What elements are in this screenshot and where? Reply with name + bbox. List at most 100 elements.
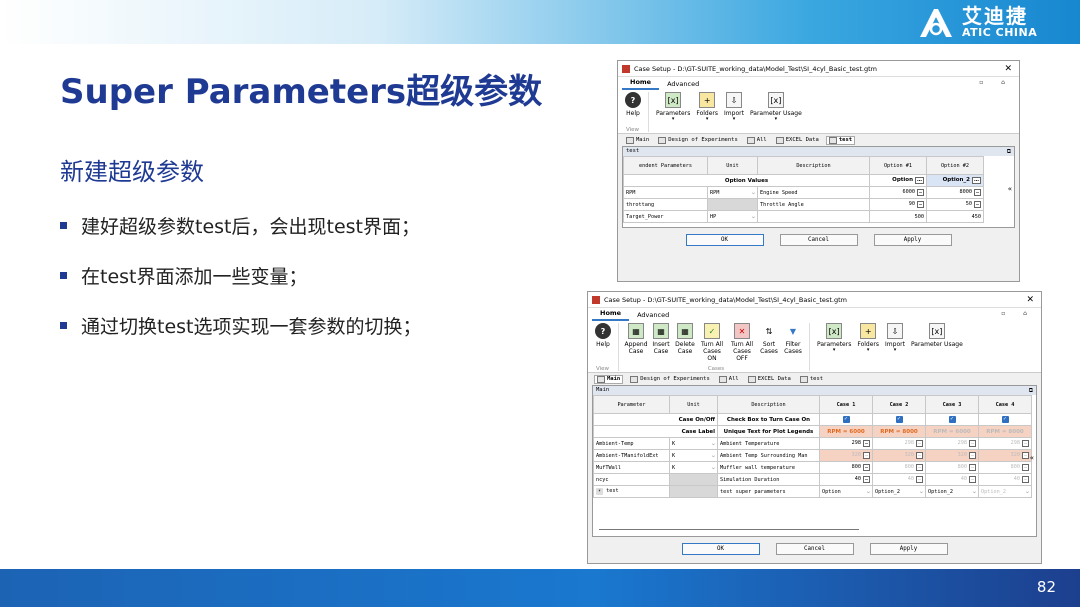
chevron-down-icon[interactable]: ⌵: [920, 489, 923, 495]
case-label-cell[interactable]: RPM = 8000: [978, 425, 1032, 438]
chevron-down-icon[interactable]: ⌵: [1026, 489, 1029, 495]
chevron-down-icon[interactable]: ⌵: [752, 190, 755, 196]
param-desc[interactable]: Ambient Temperature: [717, 437, 820, 450]
param-name[interactable]: Ambient-TManifoldExt: [593, 449, 670, 462]
cancel-button[interactable]: Cancel: [775, 543, 854, 555]
value-cell[interactable]: 800…: [978, 461, 1032, 474]
ellipsis-icon[interactable]: …: [862, 476, 870, 483]
unit-select[interactable]: K ⌵: [669, 449, 718, 462]
import-button[interactable]: ⇩ Import ▾: [882, 323, 908, 370]
value-cell[interactable]: 320…: [819, 449, 873, 462]
filter-cases-button[interactable]: ▼ Filter Cases: [781, 323, 805, 355]
ellipsis-icon[interactable]: …: [1021, 476, 1029, 483]
case-checkbox[interactable]: ✓: [872, 413, 926, 426]
ellipsis-icon[interactable]: …: [968, 476, 976, 483]
chevron-down-icon[interactable]: ⌵: [752, 214, 755, 220]
unit-select[interactable]: K ⌵: [669, 437, 718, 450]
value-cell[interactable]: 320…: [872, 449, 926, 462]
parameters-button[interactable]: [x] Parameters ▾: [814, 323, 854, 370]
case-checkbox[interactable]: ✓: [978, 413, 1032, 426]
menu-tab-home[interactable]: Home: [622, 76, 660, 90]
tab-main[interactable]: Main: [594, 374, 624, 384]
param-name[interactable]: MufTWall: [593, 461, 670, 474]
unit-select[interactable]: RPM ⌵: [707, 186, 758, 199]
sort-cases-button[interactable]: ⇅ Sort Cases: [757, 323, 781, 355]
restore-icon[interactable]: ⧉: [1007, 147, 1011, 156]
option-select[interactable]: Option_2 ⌵: [872, 485, 926, 498]
window-controls[interactable]: ▫ ⌂: [979, 79, 1013, 86]
option-select[interactable]: Option ⌵: [819, 485, 873, 498]
case-checkbox[interactable]: ✓: [819, 413, 873, 426]
param-name[interactable]: throttang: [623, 198, 708, 211]
option-cell[interactable]: Option_2…: [926, 174, 984, 187]
value-cell[interactable]: 40…: [925, 473, 979, 486]
tab-all[interactable]: All: [717, 375, 741, 383]
ellipsis-icon[interactable]: …: [862, 452, 870, 459]
ellipsis-icon[interactable]: …: [1021, 452, 1029, 459]
param-name[interactable]: RPM: [623, 186, 708, 199]
option-select[interactable]: Option_2 ⌵: [925, 485, 979, 498]
delete-case-button[interactable]: ▦ Delete Case: [673, 323, 697, 355]
ellipsis-icon[interactable]: …: [915, 440, 923, 447]
option-cell[interactable]: Option…: [869, 174, 927, 187]
param-desc[interactable]: Engine Speed: [757, 186, 870, 199]
folders-button[interactable]: + Folders ▾: [693, 92, 721, 131]
ellipsis-icon[interactable]: …: [915, 452, 923, 459]
value-cell[interactable]: 298…: [819, 437, 873, 450]
tab-test[interactable]: test: [798, 375, 825, 383]
collapse-icon[interactable]: «: [1030, 454, 1034, 462]
window-controls[interactable]: ▫ ⌂: [1001, 310, 1035, 317]
turn-all-off-button[interactable]: ✕ Turn All Cases OFF: [727, 323, 757, 362]
ellipsis-icon[interactable]: …: [968, 464, 976, 471]
value-cell[interactable]: 8000…: [926, 186, 984, 199]
ok-button[interactable]: OK: [685, 234, 764, 246]
chevron-down-icon[interactable]: ⌵: [973, 489, 976, 495]
case-label-cell[interactable]: RPM = 6000: [925, 425, 979, 438]
param-name[interactable]: Target_Power: [623, 210, 708, 223]
param-desc[interactable]: Throttle Angle: [757, 198, 870, 211]
ellipsis-icon[interactable]: …: [862, 464, 870, 471]
help-button[interactable]: ? Help: [622, 92, 644, 117]
chevron-down-icon[interactable]: ⌵: [867, 489, 870, 495]
menu-tab-home[interactable]: Home: [592, 307, 630, 321]
param-name[interactable]: ncyc: [593, 473, 670, 486]
ellipsis-icon[interactable]: …: [968, 452, 976, 459]
param-name-expandable[interactable]: ▾ test: [593, 485, 670, 498]
value-cell[interactable]: 800…: [819, 461, 873, 474]
collapse-icon[interactable]: «: [1008, 185, 1012, 193]
tab-doe[interactable]: Design of Experiments: [628, 375, 712, 383]
case-label-cell[interactable]: RPM = 6000: [819, 425, 873, 438]
value-cell[interactable]: 320…: [925, 449, 979, 462]
value-cell[interactable]: 40…: [978, 473, 1032, 486]
param-desc[interactable]: [757, 210, 870, 223]
value-cell[interactable]: 6000…: [869, 186, 927, 199]
param-desc[interactable]: test super parameters: [717, 485, 820, 498]
insert-case-button[interactable]: ▦ Insert Case: [649, 323, 673, 355]
turn-all-on-button[interactable]: ✓ Turn All Cases ON: [697, 323, 727, 362]
ellipsis-icon[interactable]: …: [973, 201, 981, 208]
tab-all[interactable]: All: [745, 136, 769, 144]
value-cell[interactable]: 40…: [819, 473, 873, 486]
tab-excel[interactable]: EXCEL Data: [774, 136, 821, 144]
ok-button[interactable]: OK: [681, 543, 760, 555]
param-name[interactable]: Ambient-Temp: [593, 437, 670, 450]
value-cell[interactable]: 800…: [872, 461, 926, 474]
folders-button[interactable]: + Folders ▾: [854, 323, 882, 370]
unit-select[interactable]: HP ⌵: [707, 210, 758, 223]
close-icon[interactable]: ✕: [1023, 295, 1037, 305]
value-cell[interactable]: 320…: [978, 449, 1032, 462]
value-cell[interactable]: 40…: [872, 473, 926, 486]
ellipsis-icon[interactable]: …: [916, 201, 924, 208]
param-desc[interactable]: Ambient Temp Surrounding Man: [717, 449, 820, 462]
value-cell[interactable]: 90…: [869, 198, 927, 211]
import-button[interactable]: ⇩ Import ▾: [721, 92, 747, 131]
ellipsis-icon[interactable]: …: [972, 177, 981, 184]
tab-test[interactable]: test: [825, 135, 856, 145]
value-cell[interactable]: 500: [869, 210, 927, 223]
chevron-down-icon[interactable]: ⌵: [712, 441, 715, 447]
ellipsis-icon[interactable]: …: [973, 189, 981, 196]
unit-select[interactable]: K ⌵: [669, 461, 718, 474]
value-cell[interactable]: 298…: [872, 437, 926, 450]
help-button[interactable]: ? Help: [592, 323, 614, 348]
append-case-button[interactable]: ▦ Append Case: [623, 323, 649, 355]
